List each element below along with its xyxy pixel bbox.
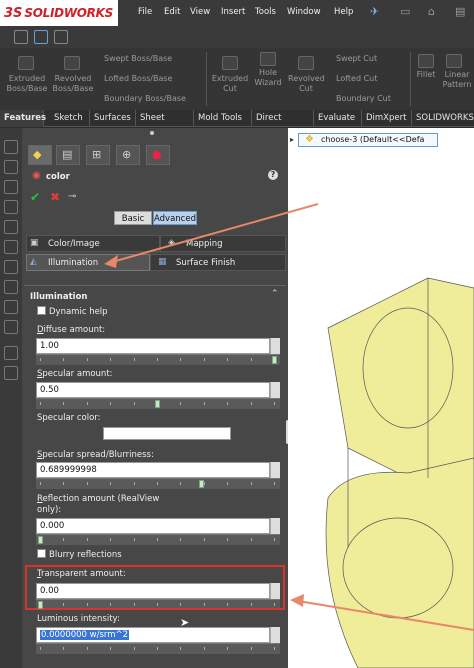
arrowhead-icon xyxy=(290,594,304,607)
arrow-to-transparent xyxy=(297,600,474,631)
arrow-to-illumination xyxy=(111,203,319,263)
arrowhead-icon xyxy=(104,255,118,268)
annotation-layer xyxy=(104,203,474,631)
